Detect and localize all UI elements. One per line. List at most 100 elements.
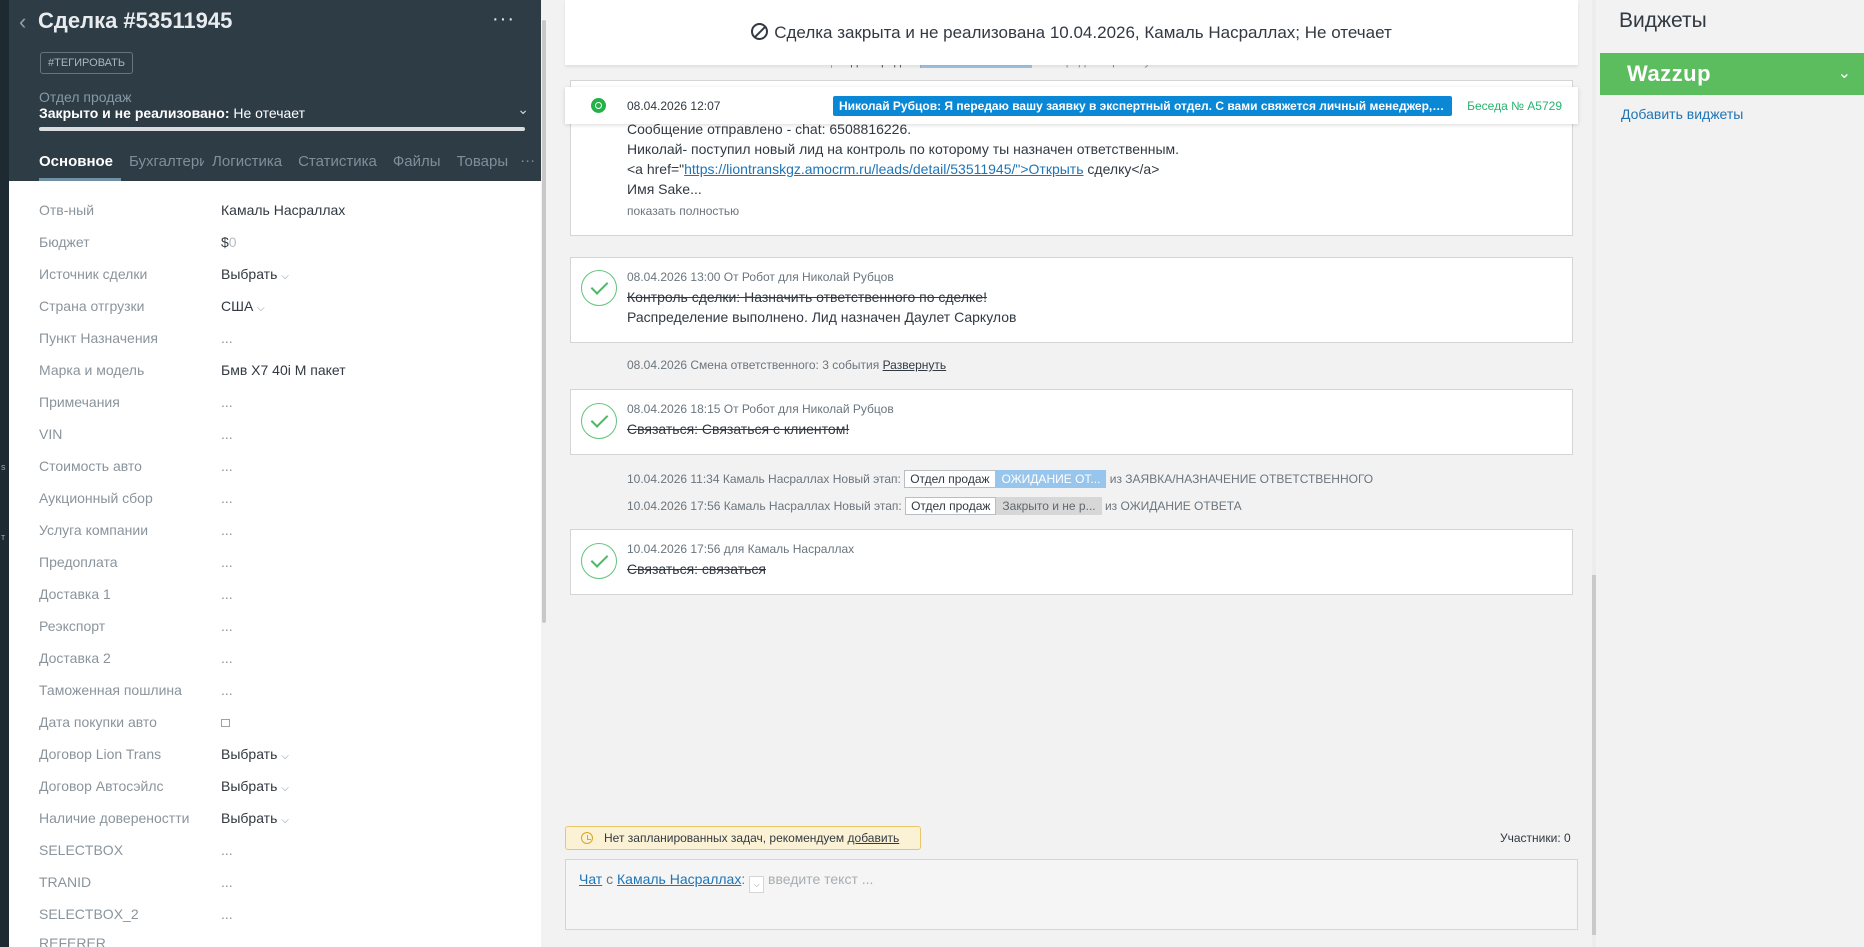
chevron-down-icon[interactable]: ⌄ [1838, 63, 1851, 83]
add-task-link[interactable]: добавить [848, 831, 900, 845]
field-label: Примечания [39, 394, 120, 410]
check-icon [581, 270, 617, 306]
select-value: Выбрать [221, 266, 278, 282]
ban-icon [751, 23, 769, 40]
field-value[interactable]: ... [221, 682, 233, 698]
scroll-thumb[interactable] [542, 20, 546, 623]
tab-statistics[interactable]: Статистика [298, 152, 385, 181]
field-label: Стоимость авто [39, 458, 142, 474]
date-picker[interactable] [221, 714, 230, 730]
contract-select[interactable]: Выбрать ⌵ [221, 746, 289, 762]
chat-composer[interactable]: Чат с Камаль Насраллах: ⌵ введите текст … [565, 859, 1578, 930]
country-select[interactable]: США ⌵ [221, 298, 265, 314]
field-value[interactable]: ... [221, 554, 233, 570]
field-selectbox-2: SELECTBOX_2 ... [39, 901, 539, 933]
field-value[interactable]: ... [221, 394, 233, 410]
field-value[interactable]: ... [221, 490, 233, 506]
contract-select[interactable]: Выбрать ⌵ [221, 778, 289, 794]
field-label: REFERER [39, 935, 106, 947]
tag-button[interactable]: #ТЕГИРОВАТЬ [40, 52, 134, 74]
field-label: TRANID [39, 874, 92, 890]
field-value[interactable]: ... [221, 842, 233, 858]
status-reason: Не отечает [233, 105, 306, 121]
source-select[interactable]: Выбрать ⌵ [221, 266, 289, 282]
field-value[interactable]: ... [221, 618, 233, 634]
chevron-down-icon[interactable]: ⌵ [749, 876, 765, 893]
tab-accounting[interactable]: Бухгалтерия [129, 152, 204, 181]
task-title: Связаться: Связаться с клиентом! [627, 421, 850, 437]
stage-pipeline-chip: Отдел продаж [904, 470, 996, 488]
sidebar-glyph: s [1, 462, 6, 472]
chevron-down-icon: ⌵ [281, 783, 289, 794]
chevron-down-icon: ⌵ [281, 815, 289, 826]
tab-main[interactable]: Основное [39, 152, 122, 181]
field-auction-fee: Аукционный сбор ... [39, 485, 539, 517]
field-value[interactable]: ... [221, 650, 233, 666]
stage-change-line: 10.04.2026 17:56 Камаль Насраллах Новый … [627, 497, 1242, 515]
field-label: Страна отгрузки [39, 298, 145, 314]
message-input[interactable]: введите текст ... [768, 871, 873, 887]
tab-products[interactable]: Товары [457, 152, 517, 181]
status-select[interactable]: Закрыто и не реализовано: Не отечает [39, 105, 527, 121]
recipient-link[interactable]: Камаль Насраллах [617, 871, 741, 887]
field-label: Аукционный сбор [39, 490, 153, 506]
task-note: 08.04.2026 18:15 От Робот для Николай Ру… [570, 389, 1573, 455]
message-line: Имя Sake... [627, 181, 702, 197]
wazzup-widget[interactable]: Wazzup ⌄ [1600, 53, 1864, 95]
show-full-link[interactable]: показать полностью [627, 201, 1179, 221]
expand-link[interactable]: Развернуть [883, 358, 947, 372]
back-arrow-icon[interactable]: ‹ [19, 9, 26, 35]
task-meta: 08.04.2026 18:15 От Робот для Николай Ру… [627, 402, 894, 416]
field-value[interactable]: ... [221, 586, 233, 602]
field-value[interactable]: ... [221, 874, 233, 890]
closed-banner: Сделка закрыта и не реализована 10.04.20… [565, 0, 1578, 65]
field-value[interactable]: Бмв X7 40i M пакет [221, 362, 346, 378]
conversation-link[interactable]: Беседа № A5729 [1467, 99, 1562, 113]
whatsapp-message-row[interactable]: 08.04.2026 12:07 Николай Рубцов: Я перед… [565, 87, 1578, 124]
status-name: Закрыто и не реализовано: [39, 105, 230, 121]
field-label: VIN [39, 426, 63, 442]
field-label: SELECTBOX_2 [39, 906, 139, 922]
tabs-more-icon[interactable]: ··· [520, 152, 535, 181]
sidebar-glyph: т [1, 532, 6, 542]
chevron-down-icon: ⌵ [257, 303, 265, 314]
lead-link[interactable]: https://liontranskgz.amocrm.ru/leads/det… [684, 161, 1083, 177]
more-menu-icon[interactable]: ··· [492, 8, 515, 31]
pipeline-name: Отдел продаж [39, 89, 132, 105]
select-value: Выбрать [221, 778, 278, 794]
task-meta: 08.04.2026 13:00 От Робот для Николай Ру… [627, 270, 894, 284]
field-value[interactable]: ... [221, 330, 233, 346]
field-budget: Бюджет $0 [39, 229, 539, 261]
field-label: Отв-ный [39, 202, 95, 218]
field-label: Источник сделки [39, 266, 148, 282]
field-purchase-date: Дата покупки авто [39, 709, 539, 741]
task-body: 08.04.2026 18:15 От Робот для Николай Ру… [627, 399, 894, 439]
tab-logistics[interactable]: Логистика [212, 152, 290, 181]
field-value[interactable]: ... [221, 458, 233, 474]
field-value[interactable]: ... [221, 906, 233, 922]
status-progress-bar [39, 127, 525, 131]
field-value[interactable]: ... [221, 426, 233, 442]
budget-value: 0 [228, 234, 237, 250]
chat-type-link[interactable]: Чат [579, 871, 602, 887]
check-icon [581, 403, 617, 439]
chevron-down-icon[interactable]: ⌄ [517, 101, 529, 118]
attorney-select[interactable]: Выбрать ⌵ [221, 810, 289, 826]
message-preview[interactable]: Николай Рубцов: Я передаю вашу заявку в … [833, 96, 1452, 116]
field-label: SELECTBOX [39, 842, 124, 858]
tab-files[interactable]: Файлы [393, 152, 449, 181]
field-value[interactable]: ... [221, 522, 233, 538]
field-referer: REFERER [39, 933, 539, 947]
budget-input[interactable]: $0 [221, 234, 237, 250]
message-line: <a href="https://liontranskgz.amocrm.ru/… [627, 161, 1160, 177]
field-reexport: Реэкспорт ... [39, 613, 539, 645]
add-widgets-link[interactable]: Добавить виджеты [1621, 106, 1743, 122]
field-value[interactable]: Камаль Насраллах [221, 202, 345, 218]
field-destination: Пункт Назначения ... [39, 325, 539, 357]
task-note: 10.04.2026 17:56 для Камаль Насраллах Св… [570, 529, 1573, 595]
task-note: 08.04.2026 13:00 От Робот для Николай Ру… [570, 257, 1573, 343]
message-body: Сообщение отправлено - chat: 6508816226.… [627, 119, 1179, 221]
lead-title: Сделка #53511945 [38, 8, 233, 33]
participants-count[interactable]: Участники: 0 [1500, 831, 1571, 845]
field-label: Бюджет [39, 234, 90, 250]
